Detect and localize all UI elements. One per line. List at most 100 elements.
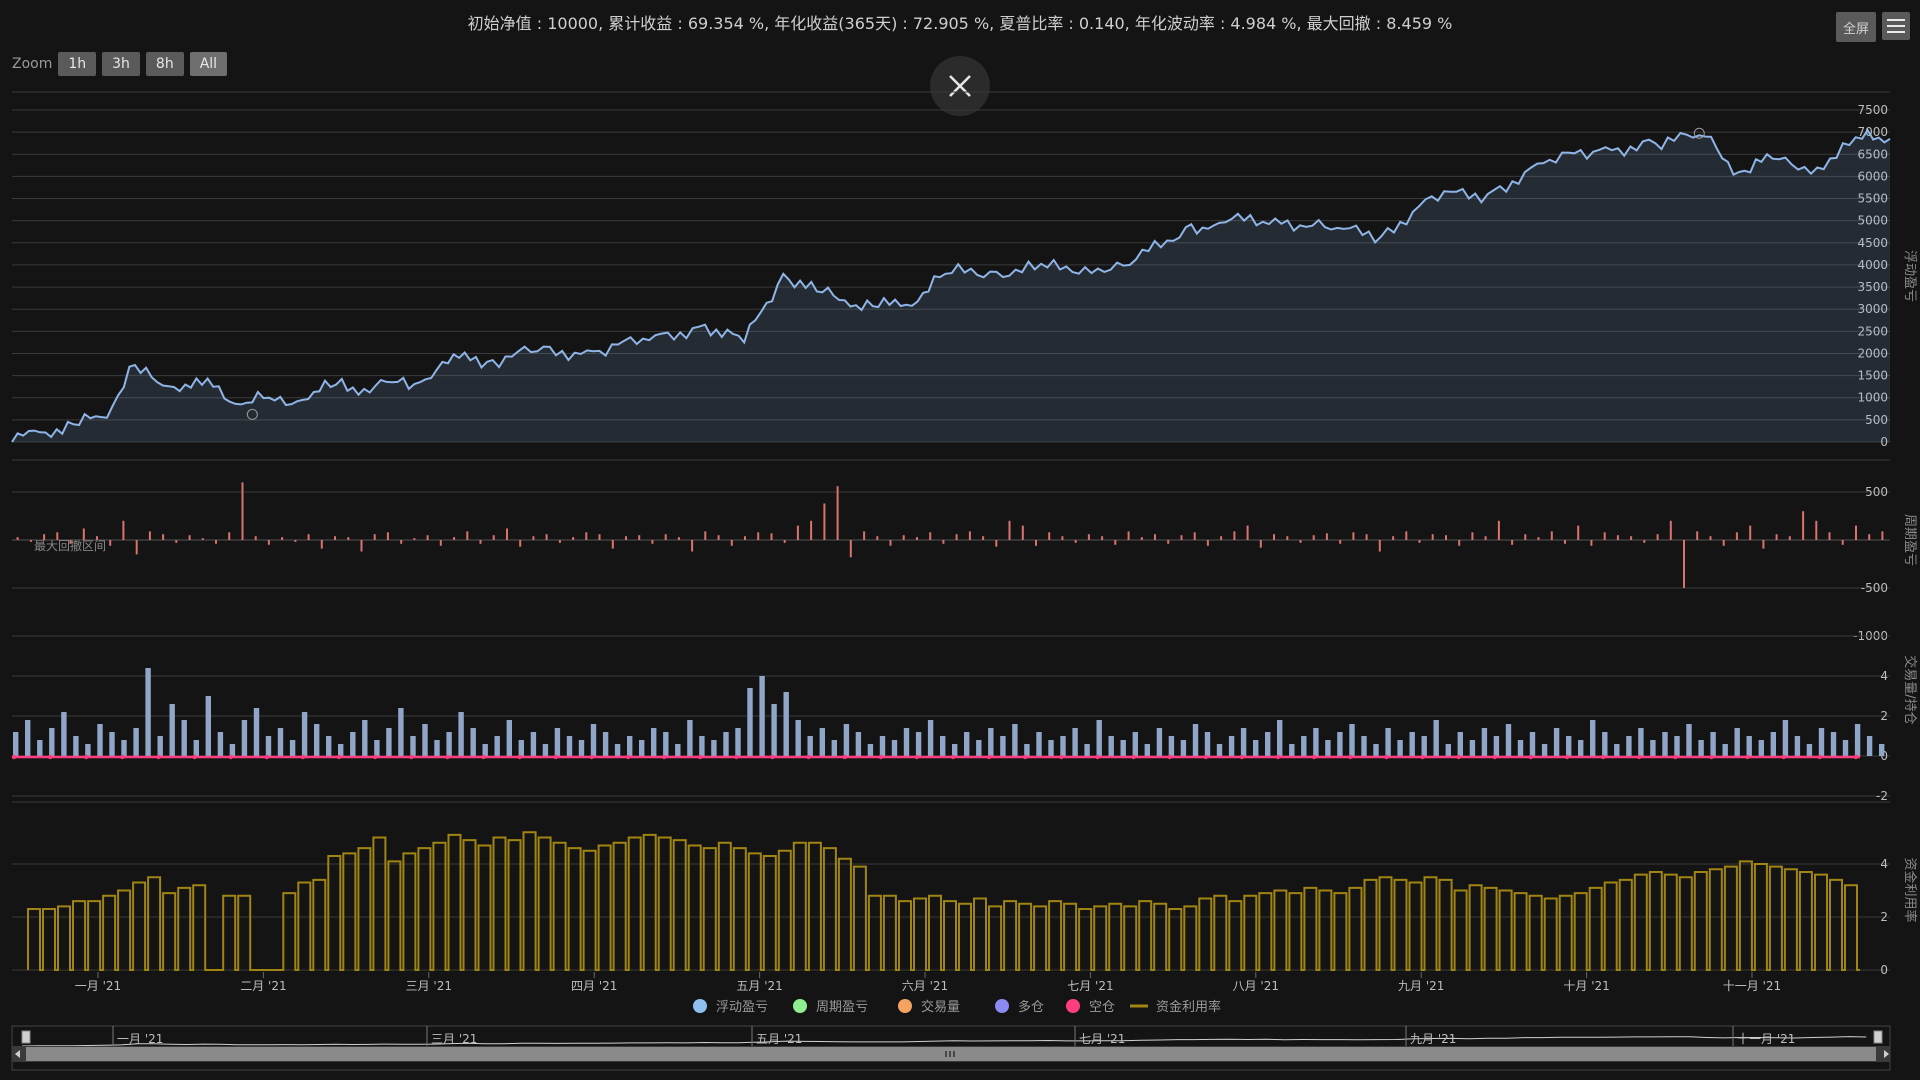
volume-bar (277, 728, 284, 756)
zoom-all-button[interactable]: All (189, 52, 228, 76)
legend-item: 周期盈亏 (793, 999, 868, 1015)
volume-bar (1662, 732, 1668, 756)
volume-bar (422, 724, 428, 756)
period-bar (1246, 525, 1249, 540)
period-bar (373, 534, 376, 540)
volume-bar (1265, 732, 1271, 756)
navigator-label: 九月 '21 (1410, 1032, 1456, 1046)
equity-ytick-label: 4000 (1857, 258, 1888, 272)
period-bar (386, 532, 389, 540)
zoom-8h-button[interactable]: 8h (145, 52, 184, 76)
volume-bar (1686, 724, 1692, 756)
period-bar (1273, 534, 1275, 540)
volume-bar (530, 732, 537, 756)
equity-axis-title: 浮动盈亏 (1902, 250, 1917, 302)
volume-bar (1614, 744, 1620, 756)
volume-bar (927, 720, 934, 756)
period-bar (1233, 531, 1236, 540)
period-bar (1418, 540, 1421, 543)
short-position-point (1059, 754, 1064, 760)
volume-bar (1469, 740, 1476, 756)
menu-icon[interactable] (1882, 12, 1910, 40)
volume-bar (350, 732, 356, 756)
navigator (21, 1026, 1883, 1047)
period-bar (704, 531, 707, 540)
zoom-label: Zoom (12, 56, 53, 72)
volume-bar (855, 732, 862, 756)
period-bar (717, 535, 720, 540)
short-position-point (1348, 754, 1353, 760)
period-axis-title: 周期盈亏 (1902, 514, 1917, 566)
period-ytick-label: -500 (1861, 581, 1888, 595)
close-button[interactable] (930, 56, 990, 116)
volume-bar (1144, 744, 1150, 756)
volume-bar (1180, 740, 1187, 756)
volume-bar (1674, 736, 1680, 756)
equity-ytick-label: 500 (1865, 413, 1888, 427)
period-bar (122, 520, 125, 540)
zoom-3h-button[interactable]: 3h (102, 52, 140, 76)
volume-bar (1096, 720, 1102, 756)
period-bar (572, 537, 575, 540)
volume-bar (181, 720, 187, 756)
volume-bar (1698, 740, 1704, 756)
volume-bar (554, 728, 561, 756)
volume-bar (1084, 744, 1090, 756)
period-bar (135, 540, 138, 555)
x-axis-label: 五月 '21 (736, 979, 782, 993)
period-bar (876, 536, 879, 540)
short-position-point (589, 754, 594, 760)
x-axis-label: 七月 '21 (1067, 979, 1113, 993)
legend-label: 交易量 (921, 999, 960, 1015)
volume-ytick-label: 2 (1880, 709, 1888, 723)
short-position-point (661, 754, 667, 760)
short-position-point (698, 754, 703, 760)
short-position-point (806, 754, 811, 760)
drawdown-start-marker-circle (246, 408, 258, 420)
volume-bar (566, 736, 573, 756)
volume-bar (699, 736, 705, 756)
period-bar (651, 540, 654, 544)
period-bar (770, 533, 773, 540)
period-bar (453, 537, 456, 540)
volume-bar (1301, 736, 1307, 756)
x-axis-label: 一月 '21 (75, 979, 121, 993)
equity-ytick-label: 6000 (1857, 169, 1888, 183)
volume-bar (1602, 732, 1608, 756)
period-bar (69, 540, 72, 544)
volume-bar (1240, 728, 1247, 756)
equity-area (12, 130, 1890, 442)
volume-bar (867, 744, 874, 756)
volume-bar (1842, 740, 1849, 756)
short-position-point (1853, 754, 1859, 760)
period-bar (625, 536, 627, 540)
equity-ytick-label: 7000 (1857, 125, 1888, 139)
volume-bar (1854, 724, 1861, 756)
volume-bar (1734, 728, 1740, 756)
volume-bar (1782, 720, 1789, 756)
period-bar (929, 532, 932, 540)
x-axis-label: 十月 '21 (1563, 979, 1609, 993)
volume-bar (1746, 736, 1752, 756)
volume-bar (1361, 736, 1367, 756)
zoom-1h-button[interactable]: 1h (58, 52, 97, 76)
legend-label: 周期盈亏 (816, 1000, 868, 1015)
volume-bar (97, 724, 103, 756)
navigator-label: 一月 '21 (117, 1032, 163, 1046)
short-position-point (156, 754, 161, 760)
legend-item: 空仓 (1066, 999, 1115, 1015)
fullscreen-button[interactable]: 全屏 (1836, 12, 1876, 42)
volume-bar (964, 732, 970, 756)
period-bar (1405, 531, 1408, 540)
legend-dot-icon (1066, 999, 1080, 1013)
volume-bar (1541, 744, 1548, 756)
equity-ytick-label: 1500 (1857, 369, 1888, 383)
volume-bar (1722, 744, 1728, 756)
period-ytick-label: -1000 (1853, 629, 1888, 643)
scrollbar-thumb (26, 1047, 1876, 1061)
volume-ytick-label: 4 (1880, 669, 1888, 683)
equity-ytick-label: 1000 (1857, 391, 1888, 405)
short-position-point (11, 754, 17, 760)
short-position-point (409, 754, 414, 760)
volume-bar (723, 732, 729, 756)
